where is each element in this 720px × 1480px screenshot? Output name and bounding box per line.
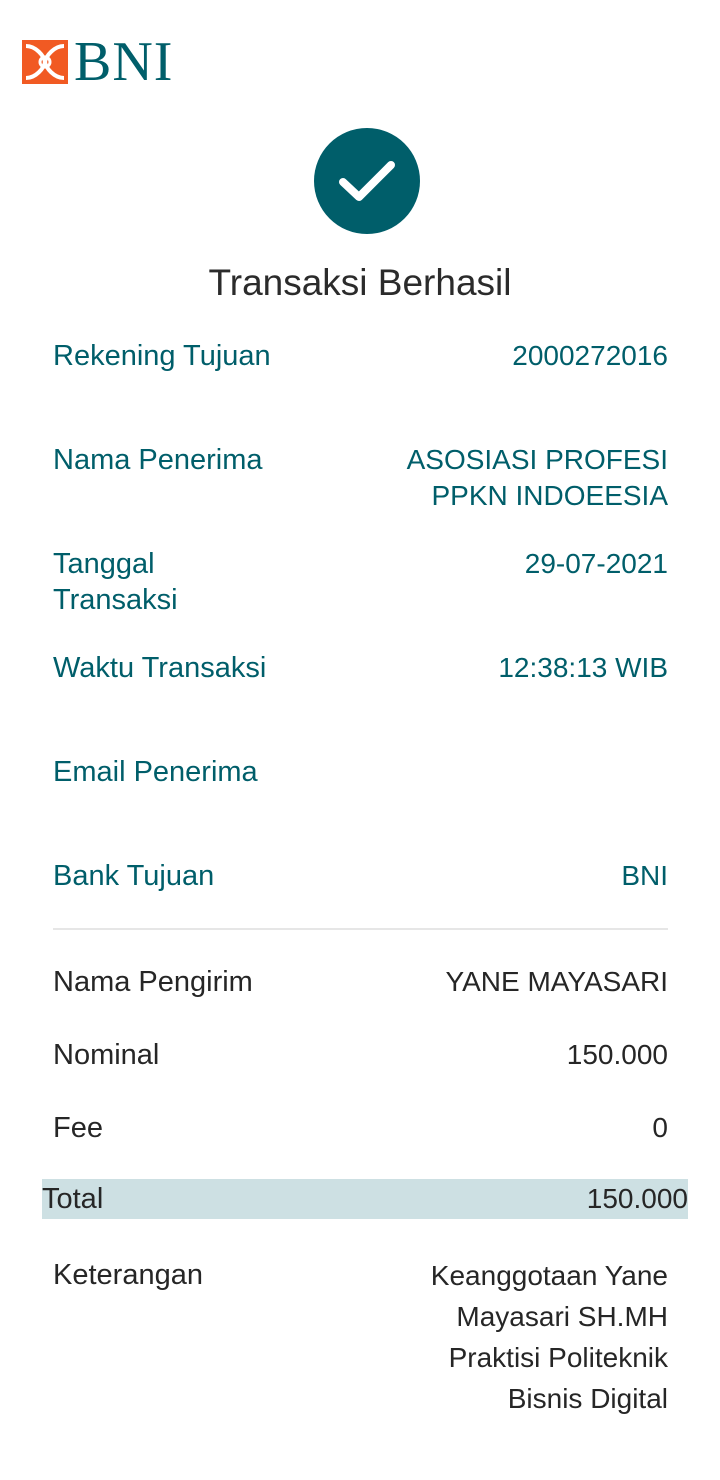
nama-penerima-value: ASOSIASI PROFESI PPKN INDOEESIA [406, 444, 668, 511]
bank-label: Bank Tujuan [53, 860, 215, 892]
bni-logo-text: BNI [74, 31, 174, 93]
detail-row-waktu: Waktu Transaksi 12:38:13 WIB [53, 650, 668, 754]
detail-row-bank: Bank Tujuan BNI [53, 858, 668, 898]
total-row: Total 150.000 [42, 1179, 688, 1219]
keterangan-value: Keanggotaan Yane Mayasari SH.MH Praktisi… [430, 1260, 668, 1414]
bni-logo: BNI [22, 34, 173, 90]
detail-row-email: Email Penerima [53, 754, 668, 858]
tanggal-label: Tanggal Transaksi [53, 548, 178, 616]
fee-label: Fee [53, 1112, 103, 1144]
bank-value: BNI [621, 860, 668, 891]
summary-row-fee: Fee 0 [53, 1110, 668, 1150]
rekening-label: Rekening Tujuan [53, 340, 271, 372]
email-label: Email Penerima [53, 756, 258, 788]
nominal-value: 150.000 [566, 1039, 668, 1070]
detail-row-rekening: Rekening Tujuan 2000272016 [53, 338, 668, 442]
total-value: 150.000 [586, 1183, 688, 1214]
detail-row-nama-penerima: Nama Penerima ASOSIASI PROFESI PPKN INDO… [53, 442, 668, 546]
rekening-value: 2000272016 [512, 340, 668, 371]
waktu-value: 12:38:13 WIB [498, 652, 668, 683]
detail-row-tanggal: Tanggal Transaksi 29-07-2021 [53, 546, 668, 650]
nama-penerima-label: Nama Penerima [53, 444, 263, 476]
summary-row-nominal: Nominal 150.000 [53, 1037, 668, 1110]
fee-value: 0 [652, 1112, 668, 1143]
pengirim-value: YANE MAYASARI [445, 966, 669, 997]
success-check-icon [314, 128, 420, 234]
transaction-details: Rekening Tujuan 2000272016 Nama Penerima… [53, 338, 668, 1150]
nominal-label: Nominal [53, 1039, 160, 1071]
waktu-label: Waktu Transaksi [53, 652, 267, 684]
page-title: Transaksi Berhasil [208, 262, 512, 303]
keterangan-label: Keterangan [53, 1259, 203, 1291]
keterangan-row: Keterangan Keanggotaan Yane Mayasari SH.… [53, 1255, 668, 1419]
check-icon [339, 161, 395, 201]
tanggal-value: 29-07-2021 [524, 548, 668, 579]
total-label: Total [42, 1182, 104, 1215]
bni-logo-mark-icon [22, 40, 68, 84]
section-divider [53, 928, 668, 930]
summary-row-pengirim: Nama Pengirim YANE MAYASARI [53, 964, 668, 1037]
pengirim-label: Nama Pengirim [53, 966, 253, 998]
